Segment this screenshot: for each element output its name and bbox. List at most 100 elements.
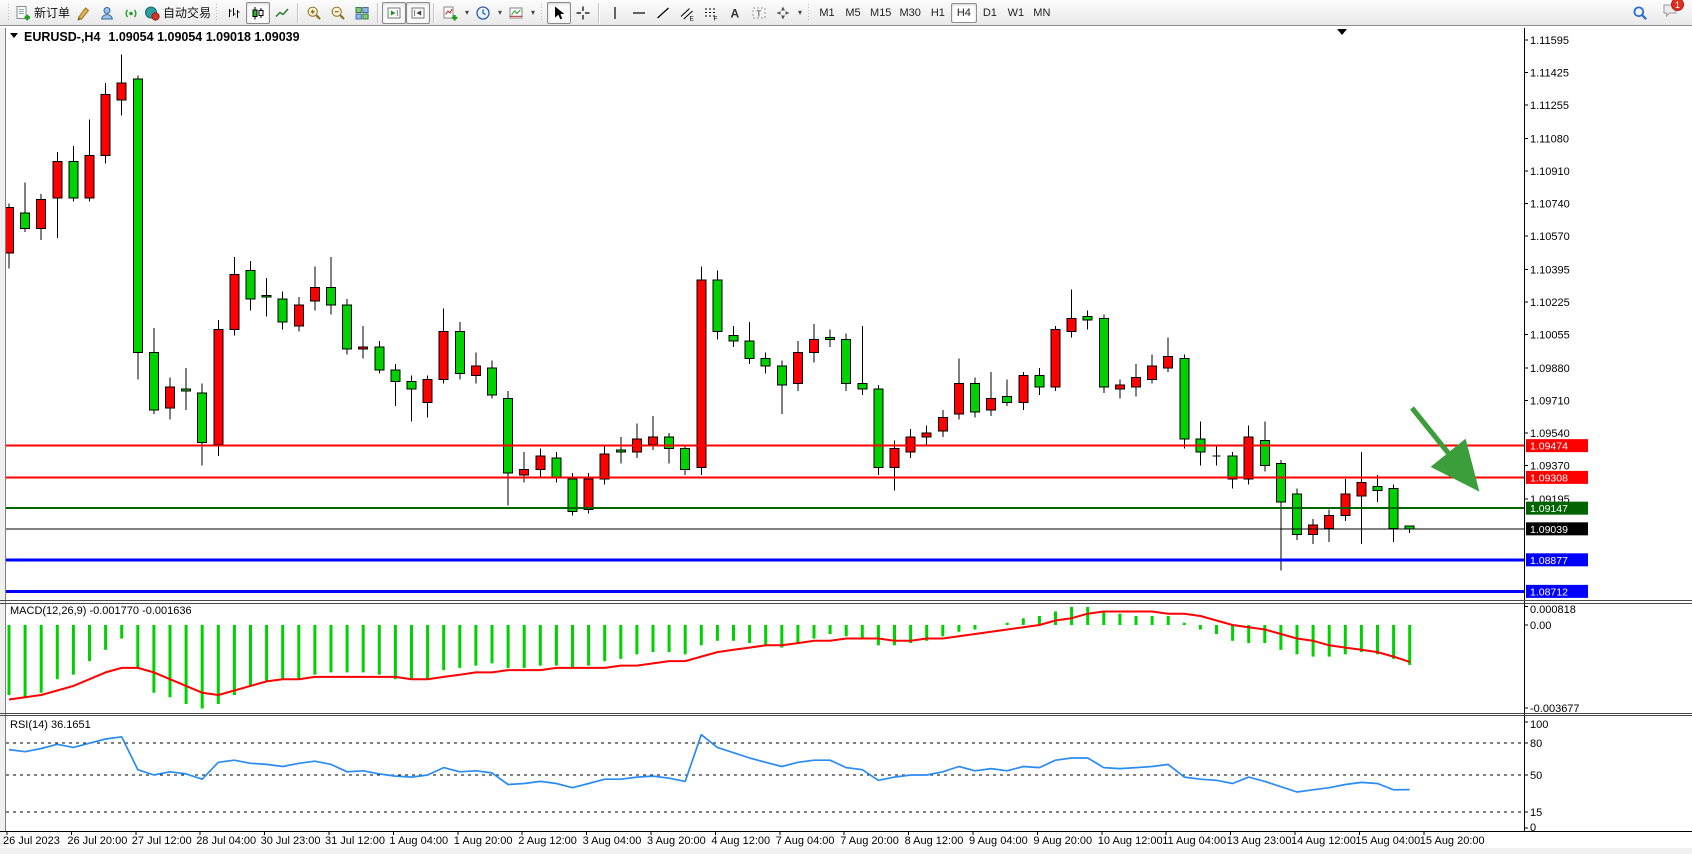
templates-button[interactable] [504,2,528,24]
tile-windows-button[interactable] [350,2,374,24]
channel-button[interactable]: E [675,2,699,24]
zoom-out-icon [330,5,346,21]
text-label-button[interactable]: T [747,2,771,24]
price-line-label: 1.08877 [1530,555,1568,567]
timeframe-m15-button[interactable]: M15 [866,3,895,23]
trendline-button[interactable] [651,2,675,24]
zoom-out-button[interactable] [326,2,350,24]
periods-button[interactable] [471,2,495,24]
periods-icon [475,5,491,21]
toolbar-grip[interactable] [539,4,544,22]
left-margin [0,28,5,846]
fibonacci-button[interactable]: F [699,2,723,24]
rsi-label: RSI(14) 36.1651 [10,719,91,731]
bar-chart-button[interactable] [222,2,246,24]
price-tick-label: 1.09880 [1530,363,1570,375]
new-order-button[interactable]: 新订单 [14,2,71,24]
horizontal-line-button[interactable] [627,2,651,24]
candle [133,75,142,379]
auto-scroll-button[interactable] [382,2,406,24]
candle [874,385,883,475]
timeframe-m5-button[interactable]: M5 [840,3,866,23]
line-chart-button[interactable] [270,2,294,24]
time-tick-label: 3 Aug 20:00 [647,835,706,847]
notifications-button[interactable]: 1 [1662,2,1678,23]
toolbar-grip[interactable] [6,4,11,22]
candlestick-chart-button[interactable] [246,2,270,24]
rsi-axis-label: 100 [1530,719,1548,731]
toolbar-grip[interactable] [806,4,811,22]
chart-area: EURUSD-,H41.09054 1.09054 1.09018 1.0903… [0,26,1692,854]
text-label-icon: T [751,5,767,21]
time-tick-label: 30 Jul 23:00 [261,835,321,847]
candle [713,270,722,339]
candle [697,267,706,475]
crayon-icon [75,5,91,21]
search-icon [1632,5,1648,21]
rsi-axis-label: 50 [1530,770,1542,782]
zoom-in-button[interactable] [302,2,326,24]
price-tick-label: 1.10570 [1530,231,1570,243]
rsi-axis-label: 0 [1530,822,1536,834]
candle [214,320,223,456]
text-button[interactable]: A [723,2,747,24]
candle [343,299,352,354]
macd-axis-label: 0.000818 [1530,604,1576,616]
profile-button[interactable] [95,2,119,24]
timeframe-w1-button[interactable]: W1 [1003,3,1029,23]
time-tick-label: 9 Aug 20:00 [1033,835,1092,847]
svg-text:E: E [690,15,695,21]
time-tick-label: 14 Aug 12:00 [1291,835,1356,847]
arrows-button[interactable] [771,2,795,24]
autotrade-button-label: 自动交易 [163,4,211,21]
periods-button-dropdown-icon[interactable]: ▾ [496,8,504,17]
time-tick-label: 28 Jul 04:00 [196,835,256,847]
search-button[interactable] [1628,2,1652,24]
macd-label: MACD(12,26,9) -0.001770 -0.001636 [10,605,192,617]
toolbar-grip[interactable] [214,4,219,22]
price-tick-label: 1.09370 [1530,461,1570,473]
price-tick-label: 1.11080 [1530,133,1569,145]
price-line-label: 1.08712 [1530,586,1568,598]
candle [1099,314,1108,392]
price-tick-label: 1.11425 [1530,68,1569,80]
vertical-line-button[interactable] [603,2,627,24]
crosshair-button[interactable] [571,2,595,24]
styler-button[interactable] [71,2,95,24]
timeframe-m30-button[interactable]: M30 [895,3,924,23]
time-tick-label: 15 Aug 20:00 [1420,835,1485,847]
toolbar-separator [433,3,435,23]
time-tick-label: 1 Aug 04:00 [389,835,448,847]
cursor-button[interactable] [547,2,571,24]
candles-icon [250,5,266,21]
time-tick-label: 4 Aug 12:00 [711,835,770,847]
svg-text:T: T [756,8,761,18]
new-order-icon [15,5,31,21]
chart-shift-button[interactable] [406,2,430,24]
timeframe-mn-button[interactable]: MN [1029,3,1055,23]
cursor-icon [551,5,567,21]
timeframe-d1-button[interactable]: D1 [977,3,1003,23]
signal-icon [123,5,139,21]
indicators-icon [442,5,458,21]
timeframe-h1-button[interactable]: H1 [925,3,951,23]
indicators-button-dropdown-icon[interactable]: ▾ [463,8,471,17]
time-tick-label: 31 Jul 12:00 [325,835,385,847]
timeframe-m1-button[interactable]: M1 [814,3,840,23]
arrows-button-dropdown-icon[interactable]: ▾ [796,8,804,17]
tile-windows-icon [354,5,370,21]
time-tick-label: 8 Aug 12:00 [905,835,964,847]
toolbar-separator [297,3,299,23]
templates-button-dropdown-icon[interactable]: ▾ [529,8,537,17]
candle [842,334,851,391]
time-tick-label: 11 Aug 04:00 [1162,835,1226,847]
signals-button[interactable] [119,2,143,24]
time-tick-label: 1 Aug 20:00 [454,835,513,847]
time-tick-label: 26 Jul 2023 [3,835,60,847]
indicators-button[interactable] [438,2,462,24]
timeframe-h4-button[interactable]: H4 [951,3,977,23]
candle [971,378,980,418]
chart-shift-icon [410,5,426,21]
autotrade-button[interactable]: 自动交易 [143,2,212,24]
svg-text:F: F [714,15,718,21]
